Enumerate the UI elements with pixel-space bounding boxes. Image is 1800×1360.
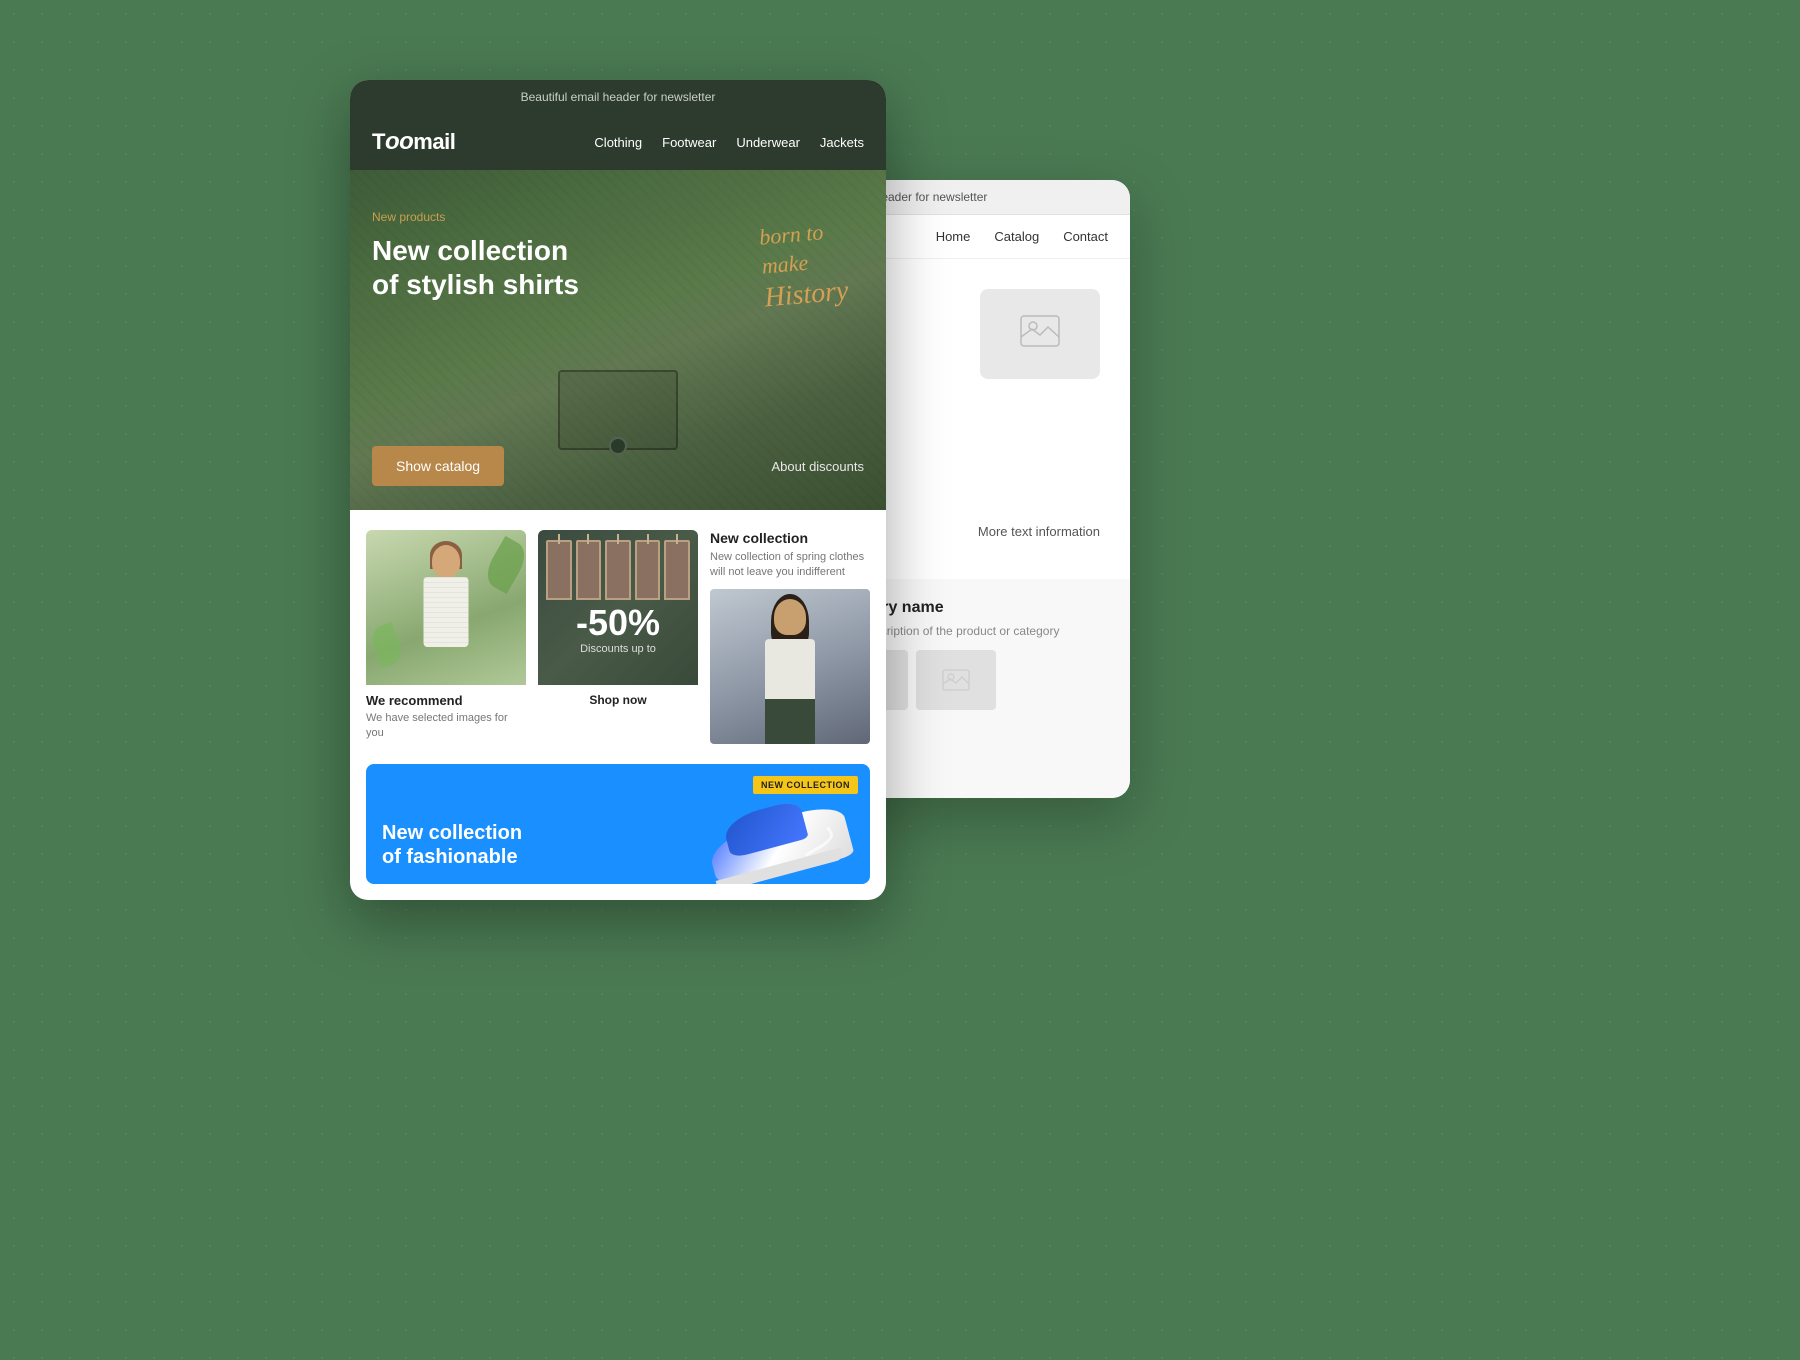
brand-logo: Toomail <box>372 128 455 156</box>
collection-description: New collection of spring clothes will no… <box>710 550 870 581</box>
recommend-image <box>366 530 526 685</box>
placeholder-icon <box>1020 315 1060 354</box>
hero-actions: Show catalog About discounts <box>372 446 864 486</box>
product-card-collection: New collection New collection of spring … <box>710 530 870 744</box>
hero-title-line2: of stylish shirts <box>372 269 579 300</box>
hanger-1 <box>546 540 572 600</box>
hanger-2 <box>576 540 602 600</box>
brand-name: Toomail <box>372 129 455 154</box>
front-top-banner: Beautiful email header for newsletter <box>350 80 886 114</box>
collection-title: New collection <box>710 530 870 546</box>
show-catalog-label: Show catalog <box>396 458 480 474</box>
new-collection-badge: NEW COLLECTION <box>753 776 858 794</box>
discount-background: -50% Discounts up to <box>538 530 698 685</box>
front-navbar: Toomail Clothing Footwear Underwear Jack… <box>350 114 886 170</box>
back-nav: Home Catalog Contact <box>936 229 1108 244</box>
hero-title: New collection of stylish shirts <box>372 234 579 301</box>
script-line-3: History <box>763 273 850 317</box>
nav-footwear[interactable]: Footwear <box>662 135 716 150</box>
script-overlay: born to make History <box>758 217 850 318</box>
nike-banner-text: New collection of fashionable <box>382 821 522 869</box>
show-catalog-button[interactable]: Show catalog <box>372 446 504 486</box>
hero-section: born to make History New products New co… <box>350 170 886 510</box>
recommend-sublabel: We have selected images for you <box>366 711 526 742</box>
hero-title-line1: New collection <box>372 235 568 266</box>
collection-image <box>710 589 870 744</box>
back-nav-contact[interactable]: Contact <box>1063 229 1108 244</box>
back-small-placeholder-2 <box>916 650 996 710</box>
back-nav-catalog[interactable]: Catalog <box>994 229 1039 244</box>
nav-underwear[interactable]: Underwear <box>736 135 800 150</box>
hangers-row <box>538 540 698 600</box>
cards-container: Beautiful email header for newsletter Ho… <box>350 80 1450 1180</box>
hero-content: New products New collection of stylish s… <box>372 210 579 301</box>
hero-image-placeholder <box>980 289 1100 379</box>
discount-sublabel: Discounts up to <box>576 643 660 655</box>
shop-now-button[interactable]: Shop now <box>538 685 698 715</box>
front-banner-text: Beautiful email header for newsletter <box>521 90 716 104</box>
hero-tag: New products <box>372 210 579 224</box>
about-discounts-link[interactable]: About discounts <box>771 459 864 474</box>
nike-shoe-graphic <box>710 794 850 874</box>
shop-now-label: Shop now <box>589 693 646 707</box>
hanger-4 <box>635 540 661 600</box>
discount-amount: -50% <box>576 605 660 641</box>
nav-clothing[interactable]: Clothing <box>594 135 642 150</box>
hanger-5 <box>664 540 690 600</box>
hanger-3 <box>605 540 631 600</box>
recommend-label: We recommend <box>366 693 526 708</box>
nike-banner: NEW COLLECTION New collection of fashion… <box>366 764 870 884</box>
product-card-recommend: We recommend We have selected images for… <box>366 530 526 744</box>
discount-text-block: -50% Discounts up to <box>576 605 660 655</box>
nike-title-line1: New collection <box>382 821 522 845</box>
back-nav-home[interactable]: Home <box>936 229 971 244</box>
product-card-discount: -50% Discounts up to Shop now <box>538 530 698 744</box>
product-cards-row: We recommend We have selected images for… <box>350 510 886 764</box>
nike-title-line2: of fashionable <box>382 845 522 869</box>
nav-jackets[interactable]: Jackets <box>820 135 864 150</box>
front-card: Beautiful email header for newsletter To… <box>350 80 886 900</box>
front-nav: Clothing Footwear Underwear Jackets <box>594 135 864 150</box>
